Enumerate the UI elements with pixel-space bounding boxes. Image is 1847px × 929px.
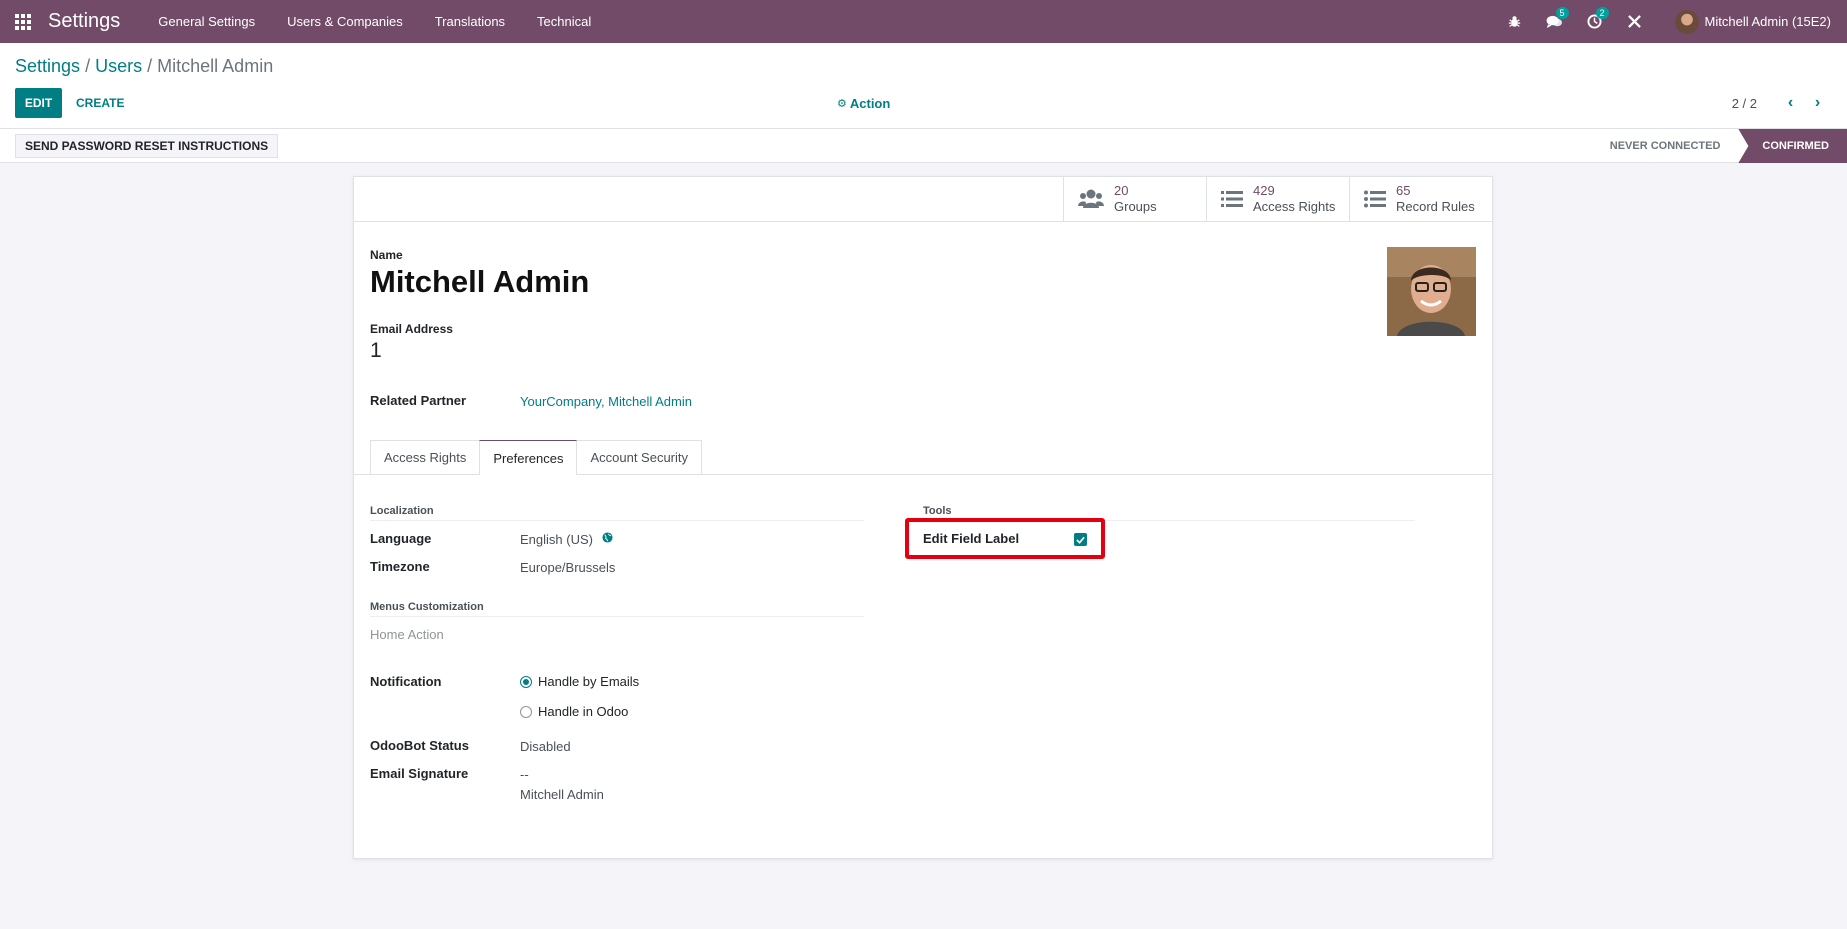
timezone-label: Timezone — [370, 559, 430, 574]
groups-label: Groups — [1114, 199, 1157, 214]
tab-preferences[interactable]: Preferences — [479, 440, 578, 475]
email-signature-line1: -- — [520, 767, 529, 782]
timezone-value: Europe/Brussels — [520, 560, 616, 575]
users-group-icon — [1078, 188, 1104, 210]
breadcrumb-settings[interactable]: Settings — [15, 56, 80, 76]
menus-customization-heading: Menus Customization — [370, 601, 484, 613]
edit-button[interactable]: EDIT — [15, 88, 62, 118]
smart-button-box: 20 Groups 429 Access Rights 65 Record Rules — [1063, 177, 1492, 222]
action-menu-button[interactable]: ⚙ Action — [837, 88, 890, 118]
breadcrumb: Settings / Users / Mitchell Admin — [15, 56, 273, 77]
email-signature-line2: Mitchell Admin — [520, 787, 604, 802]
globe-icon[interactable] — [602, 531, 613, 546]
localization-heading: Localization — [370, 505, 434, 517]
groups-stat-button[interactable]: 20 Groups — [1063, 177, 1206, 221]
notebook-tabs: Access Rights Preferences Account Securi… — [370, 440, 703, 475]
status-stages: NEVER CONNECTED CONFIRMED — [1592, 129, 1847, 163]
menu-translations[interactable]: Translations — [419, 0, 521, 43]
localization-rule — [370, 520, 864, 521]
activities-badge: 2 — [1595, 7, 1609, 19]
tab-access-rights[interactable]: Access Rights — [370, 440, 481, 474]
related-partner-link[interactable]: YourCompany, Mitchell Admin — [520, 394, 692, 409]
stage-never-connected[interactable]: NEVER CONNECTED — [1592, 129, 1739, 163]
gear-icon: ⚙ — [837, 97, 847, 110]
apps-menu-icon[interactable] — [0, 0, 46, 43]
language-value: English (US) — [520, 532, 593, 547]
notification-label: Notification — [370, 674, 442, 689]
list-icon — [1221, 190, 1243, 208]
debug-bug-icon[interactable] — [1495, 0, 1535, 43]
menu-general-settings[interactable]: General Settings — [142, 0, 271, 43]
access-rights-stat-button[interactable]: 429 Access Rights — [1206, 177, 1349, 221]
statusbar: SEND PASSWORD RESET INSTRUCTIONS NEVER C… — [0, 129, 1847, 163]
app-brand[interactable]: Settings — [48, 10, 120, 33]
radio-handle-in-odoo[interactable]: Handle in Odoo — [520, 704, 628, 719]
main-menu: General Settings Users & Companies Trans… — [142, 0, 607, 43]
breadcrumb-separator: / — [85, 56, 91, 76]
radio-label: Handle by Emails — [538, 674, 640, 689]
list-ul-icon — [1364, 190, 1386, 208]
pager: 2 / 2 ‹ › — [1732, 88, 1831, 118]
send-password-reset-button[interactable]: SEND PASSWORD RESET INSTRUCTIONS — [15, 134, 279, 158]
email-label: Email Address — [370, 322, 453, 336]
tab-account-security[interactable]: Account Security — [576, 440, 703, 474]
user-name: Mitchell Admin (15E2) — [1704, 14, 1831, 29]
stage-confirmed[interactable]: CONFIRMED — [1738, 129, 1847, 163]
messages-badge: 5 — [1555, 7, 1569, 19]
user-photo[interactable] — [1387, 247, 1476, 336]
record-rules-label: Record Rules — [1396, 199, 1475, 214]
radio-selected-icon — [520, 675, 532, 688]
form-sheet: 20 Groups 429 Access Rights 65 Record Rules… — [353, 176, 1493, 859]
tools-heading: Tools — [923, 505, 952, 517]
breadcrumb-users[interactable]: Users — [95, 56, 142, 76]
record-rules-stat-button[interactable]: 65 Record Rules — [1349, 177, 1492, 221]
related-partner-label: Related Partner — [370, 393, 467, 408]
action-label: Action — [849, 95, 891, 111]
chevron-left-icon[interactable]: ‹ — [1777, 94, 1804, 112]
menus-customization-rule — [370, 616, 864, 617]
tools-cross-icon[interactable] — [1615, 0, 1655, 43]
menu-technical[interactable]: Technical — [521, 0, 607, 43]
odoobot-status-label: OdooBot Status — [370, 738, 469, 753]
top-navbar: Settings General Settings Users & Compan… — [0, 0, 1847, 43]
home-action-field[interactable]: Home Action — [370, 627, 444, 642]
radio-unselected-icon — [520, 705, 532, 718]
messages-chat-icon[interactable]: 5 — [1535, 0, 1575, 43]
activities-clock-icon[interactable]: 2 — [1575, 0, 1615, 43]
user-avatar — [1674, 9, 1699, 34]
systray: 5 2 Mitchell Admin (15E2) — [1495, 0, 1847, 43]
language-label: Language — [370, 531, 432, 546]
pager-value[interactable]: 2 / 2 — [1732, 96, 1757, 111]
radio-label: Handle in Odoo — [538, 704, 629, 719]
access-rights-label: Access Rights — [1253, 199, 1336, 214]
control-panel: Settings / Users / Mitchell Admin EDIT C… — [0, 43, 1847, 129]
email-signature-label: Email Signature — [370, 766, 469, 781]
name-label: Name — [370, 248, 403, 262]
groups-count: 20 — [1114, 183, 1129, 198]
user-menu[interactable]: Mitchell Admin (15E2) — [1655, 9, 1847, 34]
record-rules-count: 65 — [1396, 183, 1411, 198]
odoobot-status-value: Disabled — [520, 739, 571, 754]
breadcrumb-current: Mitchell Admin — [157, 56, 274, 76]
highlight-box — [905, 518, 1105, 559]
create-button[interactable]: CREATE — [66, 88, 134, 118]
email-field: 1 — [370, 339, 382, 362]
access-rights-count: 429 — [1253, 183, 1275, 198]
chevron-right-icon[interactable]: › — [1804, 94, 1831, 112]
user-name-field: Mitchell Admin — [370, 264, 590, 299]
radio-handle-by-emails[interactable]: Handle by Emails — [520, 674, 639, 689]
breadcrumb-separator: / — [147, 56, 153, 76]
menu-users-companies[interactable]: Users & Companies — [271, 0, 419, 43]
